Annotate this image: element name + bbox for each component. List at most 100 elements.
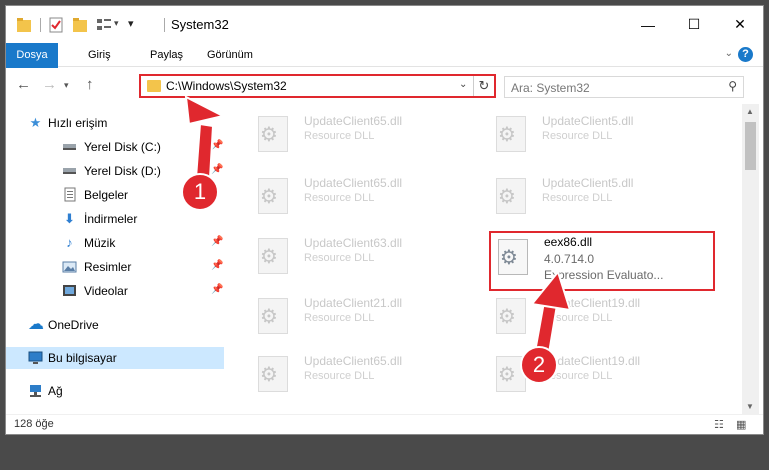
file-name: UpdateClient65.dll: [304, 176, 403, 190]
file-type: Resource DLL: [304, 192, 375, 204]
pictures-icon: [62, 259, 77, 274]
sidebar-item-label: İndirmeler: [84, 212, 138, 226]
file-item[interactable]: ⚙ UpdateClient5.dll Resource DLL: [488, 172, 698, 222]
up-arrow-icon[interactable]: ↑: [86, 76, 94, 93]
folder-icon: [17, 18, 31, 32]
sidebar-item-quick-access[interactable]: ★ Hızlı erişim: [6, 112, 224, 134]
computer-icon: [28, 350, 43, 365]
file-name: UpdateClient65.dll: [304, 354, 403, 368]
pin-icon[interactable]: 📌: [211, 164, 223, 175]
close-button[interactable]: ✕: [717, 6, 763, 43]
sidebar-item-label: Hızlı erişim: [48, 116, 108, 130]
file-item[interactable]: ⚙ UpdateClient65.dll Resource DLL: [250, 172, 460, 222]
title-bar: ▾ ▾ System32 — ☐ ✕: [6, 6, 763, 43]
callout-2: 2: [520, 346, 558, 384]
file-type: Resource DLL: [304, 252, 375, 264]
videos-icon: [62, 283, 77, 298]
search-icon[interactable]: ⚲: [728, 79, 737, 93]
recent-locations-icon[interactable]: ▾: [64, 80, 69, 91]
gear-icon: ⚙: [260, 364, 278, 386]
vertical-scrollbar[interactable]: ▲ ▼: [742, 104, 759, 414]
file-name: UpdateClient5.dll: [542, 176, 634, 190]
star-icon: ★: [29, 115, 42, 130]
pin-icon[interactable]: 📌: [211, 260, 223, 271]
sidebar-item-downloads[interactable]: ⬇ İndirmeler: [6, 208, 224, 230]
file-item[interactable]: ⚙ UpdateClient21.dll Resource DLL: [250, 292, 460, 342]
sidebar-item-network[interactable]: Ağ: [6, 380, 224, 402]
new-folder-icon[interactable]: [72, 16, 88, 34]
divider: [164, 18, 165, 32]
tab-share[interactable]: Paylaş: [150, 43, 183, 67]
help-icon[interactable]: ?: [738, 47, 753, 62]
maximize-button[interactable]: ☐: [671, 6, 717, 43]
gear-icon: ⚙: [260, 246, 278, 268]
file-type: Resource DLL: [542, 192, 613, 204]
tab-home[interactable]: Giriş: [88, 43, 111, 67]
sidebar-item-label: OneDrive: [48, 318, 99, 332]
documents-icon: [62, 187, 77, 202]
ribbon-expand-icon[interactable]: ⌄: [725, 48, 733, 59]
forward-arrow-icon[interactable]: →: [42, 76, 57, 93]
divider: [40, 18, 41, 32]
ribbon-tabs: Dosya Giriş Paylaş Görünüm ⌄ ?: [6, 43, 763, 93]
address-bar[interactable]: C:\Windows\System32 ⌄ ↻: [139, 74, 496, 98]
file-type: Resource DLL: [304, 370, 375, 382]
file-name: UpdateClient19.dll: [542, 296, 641, 310]
pin-icon[interactable]: 📌: [211, 236, 223, 247]
tab-view[interactable]: Görünüm: [207, 43, 253, 67]
sidebar-item-label: Bu bilgisayar: [48, 351, 117, 365]
sidebar-item-this-pc[interactable]: Bu bilgisayar: [6, 347, 224, 369]
address-path[interactable]: C:\Windows\System32: [166, 79, 287, 93]
details-view-icon[interactable]: ☷: [714, 418, 724, 431]
item-count: 128 öğe: [14, 418, 54, 430]
pin-icon[interactable]: 📌: [211, 140, 223, 151]
file-item[interactable]: ⚙ UpdateClient5.dll Resource DLL: [488, 110, 698, 160]
search-input[interactable]: Ara: System32 ⚲: [504, 76, 744, 98]
sidebar-item-label: Ağ: [48, 384, 63, 398]
back-arrow-icon[interactable]: ←: [16, 76, 31, 93]
sidebar-item-onedrive[interactable]: ☁ OneDrive: [6, 314, 224, 336]
file-type: Resource DLL: [542, 130, 613, 142]
gear-icon: ⚙: [498, 306, 516, 328]
view-options-icon[interactable]: [96, 16, 112, 34]
drive-icon: [62, 139, 77, 154]
sidebar-item-pictures[interactable]: Resimler 📌: [6, 256, 224, 278]
gear-icon: ⚙: [260, 186, 278, 208]
sidebar-item-label: Yerel Disk (D:): [84, 164, 161, 178]
file-item[interactable]: ⚙ UpdateClient19.dll Resource DLL: [488, 292, 698, 342]
properties-icon[interactable]: [48, 16, 64, 34]
highlight-box: [489, 231, 715, 291]
status-bar: 128 öğe ☷ ▦: [6, 414, 763, 434]
file-name: UpdateClient5.dll: [542, 114, 634, 128]
minimize-button[interactable]: —: [625, 6, 671, 43]
qa-dropdown-icon[interactable]: ▾: [114, 18, 119, 29]
explorer-window: ▾ ▾ System32 — ☐ ✕ Dosya Giriş Paylaş Gö…: [5, 5, 764, 435]
scroll-up-icon[interactable]: ▲: [746, 107, 754, 116]
sidebar-item-local-disk-c[interactable]: Yerel Disk (C:) 📌: [6, 136, 224, 158]
file-item[interactable]: ⚙ UpdateClient63.dll Resource DLL: [250, 232, 460, 282]
sidebar-item-videos[interactable]: Videolar 📌: [6, 280, 224, 302]
refresh-icon[interactable]: ↻: [473, 76, 494, 96]
customize-toolbar-icon[interactable]: ▾: [128, 17, 134, 30]
sidebar-item-label: Yerel Disk (C:): [84, 140, 161, 154]
gear-icon: ⚙: [498, 364, 516, 386]
download-icon: ⬇: [64, 211, 75, 226]
file-name: UpdateClient65.dll: [304, 114, 403, 128]
network-icon: [28, 383, 43, 398]
sidebar-item-music[interactable]: ♪ Müzik 📌: [6, 232, 224, 254]
scroll-down-icon[interactable]: ▼: [746, 402, 754, 411]
file-item[interactable]: ⚙ UpdateClient19.dll Resource DLL: [488, 350, 698, 400]
file-type: Resource DLL: [542, 312, 613, 324]
large-icons-view-icon[interactable]: ▦: [736, 418, 746, 431]
file-type: Resource DLL: [304, 130, 375, 142]
file-list: ⚙ UpdateClient65.dll Resource DLL ⚙ Upda…: [228, 104, 742, 414]
chevron-down-icon[interactable]: ⌄: [459, 79, 467, 90]
file-name: UpdateClient21.dll: [304, 296, 403, 310]
file-item[interactable]: ⚙ UpdateClient65.dll Resource DLL: [250, 350, 460, 400]
scroll-thumb[interactable]: [745, 122, 756, 170]
file-item[interactable]: ⚙ UpdateClient65.dll Resource DLL: [250, 110, 460, 160]
cloud-icon: ☁: [28, 316, 44, 333]
sidebar-item-label: Müzik: [84, 236, 116, 250]
pin-icon[interactable]: 📌: [211, 284, 223, 295]
gear-icon: ⚙: [498, 124, 516, 146]
